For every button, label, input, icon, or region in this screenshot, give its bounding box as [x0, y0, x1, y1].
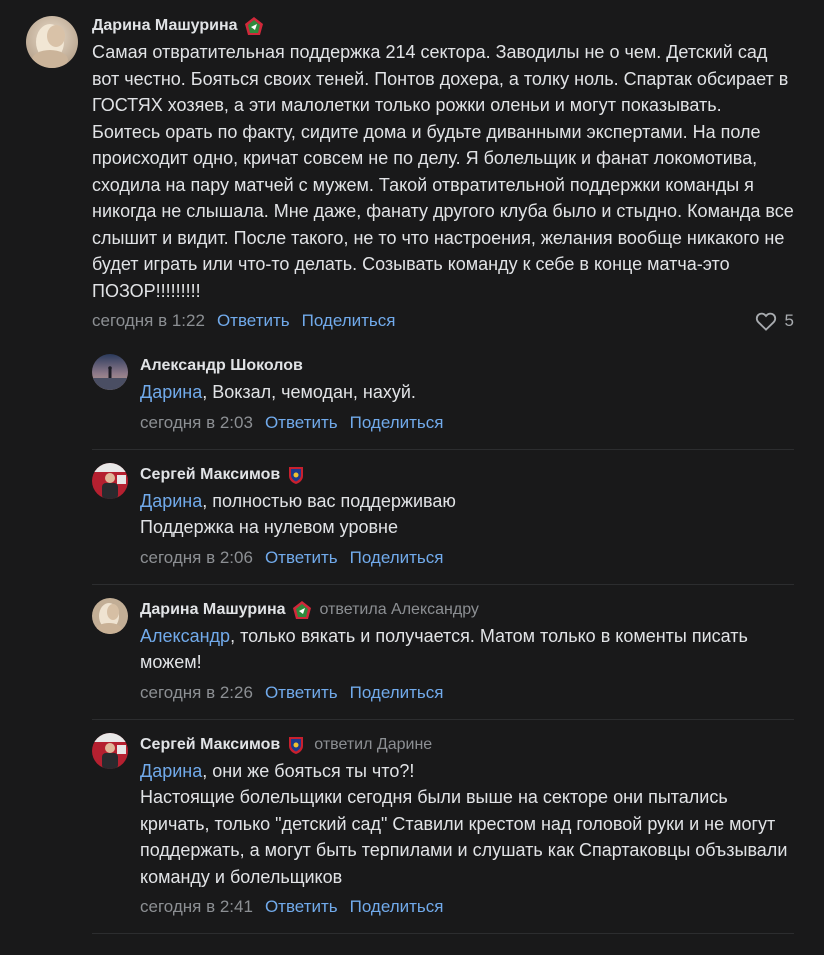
divider: [92, 718, 794, 720]
reply-to-label[interactable]: ответила Александру: [320, 598, 479, 622]
mention-link[interactable]: Дарина: [140, 382, 202, 402]
author-name[interactable]: Сергей Максимов: [140, 733, 280, 757]
reply-comment: Сергей Максимов ответил Дарине Дарина, о…: [0, 732, 824, 921]
reply-button[interactable]: Ответить: [265, 413, 338, 433]
avatar[interactable]: [92, 354, 128, 390]
mention-link[interactable]: Дарина: [140, 761, 202, 781]
cska-badge-icon: [286, 465, 306, 485]
divider: [92, 933, 794, 934]
comment-text: , они же бояться ты что?! Настоящие боле…: [140, 760, 788, 887]
comment: Дарина Машурина Самая отвратительная под…: [0, 0, 824, 334]
avatar[interactable]: [92, 462, 128, 499]
comment-time[interactable]: сегодня в 2:41: [140, 897, 253, 917]
comment-time[interactable]: сегодня в 2:06: [140, 548, 253, 568]
avatar[interactable]: [92, 732, 128, 769]
reply-comment: Дарина Машурина ответила Александру Алек…: [0, 597, 824, 706]
mention-link[interactable]: Александр: [140, 626, 230, 646]
share-button[interactable]: Поделиться: [350, 413, 444, 433]
author-name[interactable]: Дарина Машурина: [92, 14, 238, 38]
reply-to-label[interactable]: ответил Дарине: [314, 733, 432, 757]
comment-time[interactable]: сегодня в 2:26: [140, 683, 253, 703]
divider: [92, 583, 794, 585]
lokomotiv-badge-icon: [292, 600, 312, 620]
lokomotiv-badge-icon: [244, 16, 264, 36]
avatar-photo: [92, 732, 128, 769]
comment-thread: Дарина Машурина Самая отвратительная под…: [0, 0, 824, 955]
avatar-photo: [92, 597, 128, 634]
avatar[interactable]: [26, 16, 78, 68]
avatar-photo: [92, 354, 128, 390]
comment-text: , Вокзал, чемодан, нахуй.: [202, 382, 416, 402]
author-name[interactable]: Александр Шоколов: [140, 354, 303, 378]
reply-button[interactable]: Ответить: [265, 897, 338, 917]
reply-comment: Александр Шоколов Дарина, Вокзал, чемода…: [0, 354, 824, 436]
share-button[interactable]: Поделиться: [302, 311, 396, 331]
author-name[interactable]: Сергей Максимов: [140, 463, 280, 487]
share-button[interactable]: Поделиться: [350, 897, 444, 917]
like-count: 5: [784, 311, 794, 330]
author-name[interactable]: Дарина Машурина: [140, 598, 286, 622]
comment-time[interactable]: сегодня в 1:22: [92, 311, 205, 331]
divider: [92, 448, 794, 450]
share-button[interactable]: Поделиться: [350, 548, 444, 568]
comment-text: , только вякать и получается. Матом толь…: [140, 625, 753, 673]
reply-comment: Сергей Максимов Дарина, полностью вас по…: [0, 462, 824, 571]
heart-icon: [755, 312, 776, 331]
avatar-photo: [92, 462, 128, 499]
reply-button[interactable]: Ответить: [265, 548, 338, 568]
reply-button[interactable]: Ответить: [265, 683, 338, 703]
avatar[interactable]: [92, 597, 128, 634]
comment-text: Самая отвратительная поддержка 214 секто…: [92, 42, 799, 301]
reply-button[interactable]: Ответить: [217, 311, 290, 331]
comment-time[interactable]: сегодня в 2:03: [140, 413, 253, 433]
like-button[interactable]: 5: [755, 311, 794, 331]
mention-link[interactable]: Дарина: [140, 491, 202, 511]
share-button[interactable]: Поделиться: [350, 683, 444, 703]
avatar-photo: [26, 16, 78, 68]
cska-badge-icon: [286, 735, 306, 755]
